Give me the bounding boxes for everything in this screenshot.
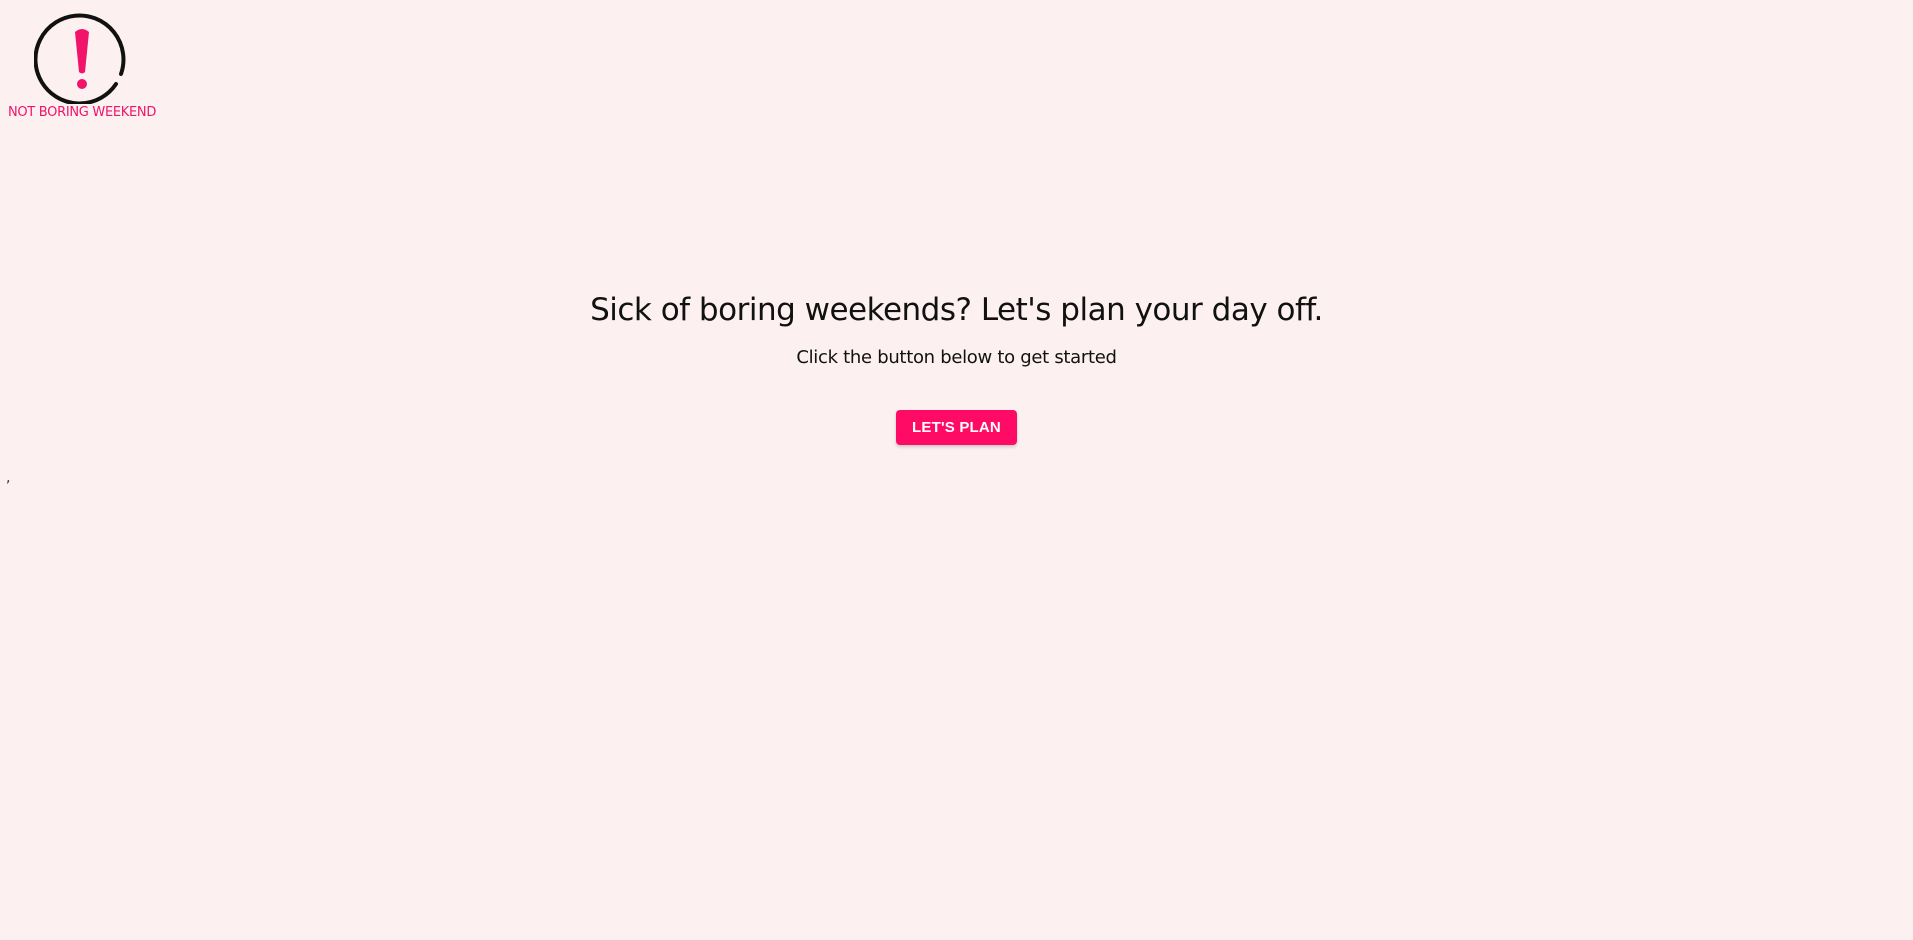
lets-plan-button[interactable]: LET'S PLAN <box>896 410 1017 446</box>
exclamation-circle-icon <box>34 13 126 104</box>
hero-section: Sick of boring weekends? Let's plan your… <box>0 292 1913 446</box>
hero-title: Sick of boring weekends? Let's plan your… <box>590 292 1323 328</box>
brand-name: NOT BORING WEEKEND <box>7 105 157 120</box>
brand-logo[interactable]: NOT BORING WEEKEND <box>8 8 156 120</box>
page: NOT BORING WEEKEND Sick of boring weeken… <box>0 0 1913 940</box>
stray-text: , <box>6 470 11 486</box>
hero-subtitle: Click the button below to get started <box>796 347 1117 369</box>
